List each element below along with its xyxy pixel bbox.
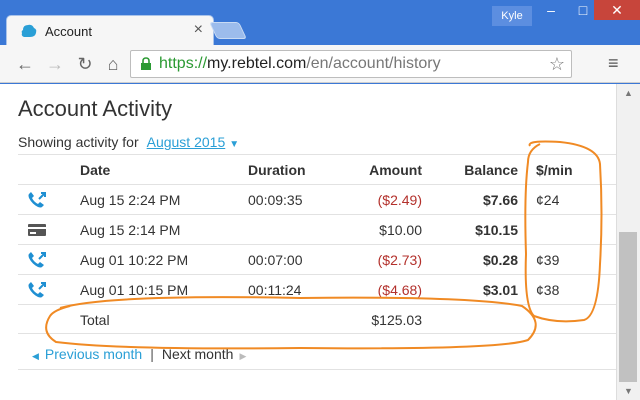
row-amount: ($4.68) xyxy=(377,282,422,298)
table-row: Aug 01 10:15 PM 00:11:24 ($4.68) $3.01 ¢… xyxy=(18,274,616,304)
col-date: Date xyxy=(80,162,111,178)
row-date: Aug 01 10:15 PM xyxy=(80,282,189,298)
showing-label: Showing activity for xyxy=(18,134,139,150)
url-host: my.rebtel.com xyxy=(207,55,307,72)
row-rate: ¢24 xyxy=(536,192,560,208)
reload-icon[interactable]: ↻ xyxy=(74,53,96,75)
col-amount: Amount xyxy=(369,162,422,178)
row-date: Aug 15 2:14 PM xyxy=(80,222,181,238)
row-balance: $0.28 xyxy=(482,252,518,268)
outgoing-call-icon xyxy=(28,282,46,298)
activity-table: Date Duration Amount Balance $/min Aug 1… xyxy=(18,154,616,334)
next-month-link[interactable]: Next month xyxy=(162,346,234,362)
previous-arrow-icon[interactable]: ◀ xyxy=(32,351,39,361)
previous-month-link[interactable]: Previous month xyxy=(45,346,142,362)
page-content: Account Activity Showing activity for Aug… xyxy=(0,84,616,400)
row-date: Aug 01 10:22 PM xyxy=(80,252,189,268)
home-icon[interactable]: ⌂ xyxy=(102,53,124,75)
row-amount: ($2.73) xyxy=(377,252,422,268)
tab-strip: Account × Kyle – □ ✕ xyxy=(0,0,640,46)
profile-button[interactable]: Kyle xyxy=(492,6,532,26)
back-icon[interactable]: ← xyxy=(14,53,36,75)
total-label: Total xyxy=(80,312,110,328)
row-date: Aug 15 2:24 PM xyxy=(80,192,181,208)
row-amount: $10.00 xyxy=(379,222,422,238)
tab-close-icon[interactable]: × xyxy=(194,21,203,39)
table-row: Aug 15 2:24 PM 00:09:35 ($2.49) $7.66 ¢2… xyxy=(18,184,616,214)
table-row: Aug 01 10:22 PM 00:07:00 ($2.73) $0.28 ¢… xyxy=(18,244,616,274)
page-title: Account Activity xyxy=(18,96,173,121)
scroll-up-icon[interactable]: ▲ xyxy=(624,88,633,98)
outgoing-call-icon xyxy=(28,252,46,268)
table-row: Aug 15 2:14 PM $10.00 $10.15 xyxy=(18,214,616,244)
row-balance: $10.15 xyxy=(475,222,518,238)
close-window-button[interactable]: ✕ xyxy=(594,0,640,20)
bookmark-star-icon[interactable]: ☆ xyxy=(549,54,565,75)
tab-title: Account xyxy=(45,24,92,39)
total-row: Total $125.03 xyxy=(18,304,616,334)
scroll-down-icon[interactable]: ▼ xyxy=(624,386,633,396)
rebtel-favicon-icon xyxy=(21,24,37,37)
scroll-thumb[interactable] xyxy=(619,232,637,382)
url-scheme: https:// xyxy=(159,55,208,72)
browser-toolbar: ← → ↻ ⌂ https://my.rebtel.com/en/account… xyxy=(0,45,640,83)
row-balance: $7.66 xyxy=(482,192,518,208)
minimize-button[interactable]: – xyxy=(534,0,568,20)
table-header: Date Duration Amount Balance $/min xyxy=(18,154,616,184)
row-rate: ¢39 xyxy=(536,252,560,268)
row-duration: 00:09:35 xyxy=(248,192,303,208)
new-tab-button[interactable] xyxy=(209,22,247,39)
tab-account[interactable]: Account × xyxy=(6,15,214,46)
dropdown-caret-icon[interactable]: ▼ xyxy=(229,139,239,150)
lock-icon xyxy=(141,57,151,70)
row-rate: ¢38 xyxy=(536,282,560,298)
month-selector[interactable]: August 2015 xyxy=(147,134,226,150)
forward-icon[interactable]: → xyxy=(44,53,66,75)
pager-separator: | xyxy=(150,346,154,362)
address-bar[interactable]: https://my.rebtel.com/en/account/history… xyxy=(130,50,572,78)
vertical-scrollbar[interactable]: ▲ ▼ xyxy=(616,84,640,400)
menu-icon[interactable]: ≡ xyxy=(608,53,619,74)
browser-window: Account × Kyle – □ ✕ ← → ↻ ⌂ https://my.… xyxy=(0,0,640,400)
row-duration: 00:11:24 xyxy=(248,282,302,298)
row-balance: $3.01 xyxy=(482,282,518,298)
activity-filter: Showing activity for August 2015 ▼ xyxy=(18,134,239,150)
card-payment-icon xyxy=(28,224,46,236)
url-text: https://my.rebtel.com/en/account/history xyxy=(159,55,441,73)
col-balance: Balance xyxy=(464,162,518,178)
outgoing-call-icon xyxy=(28,192,46,208)
total-amount: $125.03 xyxy=(371,312,422,328)
col-duration: Duration xyxy=(248,162,306,178)
url-path: /en/account/history xyxy=(306,55,441,72)
month-pager: ◀ Previous month | Next month ▶ xyxy=(18,346,616,370)
next-arrow-icon[interactable]: ▶ xyxy=(239,351,246,361)
col-rate: $/min xyxy=(536,162,573,178)
row-duration: 00:07:00 xyxy=(248,252,303,268)
row-amount: ($2.49) xyxy=(377,192,422,208)
